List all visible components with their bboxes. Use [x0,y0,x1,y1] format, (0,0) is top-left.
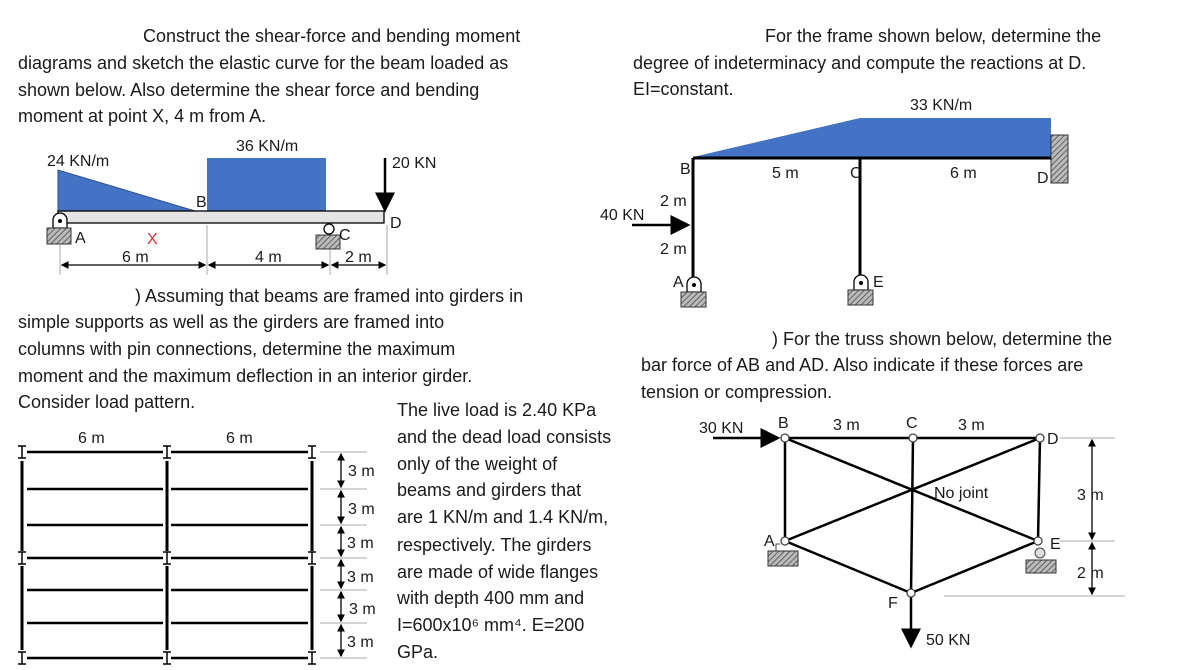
column-i-section [163,445,171,459]
spacing-label: 3 m [347,535,374,552]
floor-plan-diagram [18,445,367,665]
dimension-label: 3 m [958,417,985,434]
problem3-side-text: The live load is 2.40 KPa and the dead l… [396,400,611,662]
load-label: 36 KN/m [236,138,298,155]
dimension-label: 6 m [950,165,977,182]
point-label: C [906,415,918,432]
spacing-label: 3 m [347,634,374,651]
point-label: B [196,194,207,211]
load-label: 33 KN/m [910,97,972,114]
point-label: B [680,161,691,178]
load-label: 50 KN [926,632,970,649]
spacing-label: 3 m [347,569,374,586]
text-line: beams and girders that [397,480,581,500]
column-i-section [308,551,316,565]
point-label: B [778,415,789,432]
text-line: GPa. [397,642,438,662]
uniform-load [207,158,326,211]
column-i-section [163,551,171,565]
pin-support-a [680,276,707,308]
point-label: D [1037,170,1049,187]
text-line: Construct the shear-force and bending mo… [143,26,520,46]
point-label: E [1050,536,1061,553]
point-label: A [75,230,86,247]
beam [57,210,385,224]
spacing-label: 3 m [348,463,375,480]
pin-support-e [847,274,874,306]
text-line: with depth 400 mm and [396,588,584,608]
text-line: and the dead load consists [397,427,611,447]
text-line: ) Assuming that beams are framed into gi… [135,286,523,306]
point-label: C [850,165,862,182]
text-line: are 1 KN/m and 1.4 KN/m, [397,507,608,527]
dimension-label: 2 m [1077,565,1104,582]
text-line: EI=constant. [633,79,734,99]
text-line: moment and the maximum deflection in an … [18,366,472,386]
truss-diagram: 30 KN B 3 m C 3 m D No joint 3 m A E 2 m… [699,415,1125,649]
load-label: 24 KN/m [47,153,109,170]
dimension-label: 4 m [255,249,282,266]
problem3-text: ) Assuming that beams are framed into gi… [18,286,523,412]
distributed-load [693,118,1051,157]
problem2-text: For the frame shown below, determine the… [633,26,1101,99]
span-label: 6 m [78,430,105,447]
page: Construct the shear-force and bending mo… [18,26,1125,665]
point-label: C [339,227,351,244]
text-line: I=600x10⁶ mm⁴. E=200 [397,615,584,635]
text-line: bar force of AB and AD. Also indicate if… [641,355,1083,375]
text-line: respectively. The girders [397,535,591,555]
dimension-label: 2 m [345,249,372,266]
text-line: are made of wide flanges [397,562,598,582]
load-label: 40 KN [600,207,644,224]
spacing-label: 3 m [348,501,375,518]
column-i-section [308,651,316,665]
load-label: 30 KN [699,420,743,437]
point-label: A [764,533,775,550]
point-label: A [673,274,684,291]
text-line: columns with pin connections, determine … [18,339,455,359]
problem4-text: ) For the truss shown below, determine t… [641,329,1112,402]
text-line: ) For the truss shown below, determine t… [772,329,1112,349]
text-line: only of the weight of [397,454,558,474]
dimension-label: 2 m [660,193,687,210]
text-line: moment at point X, 4 m from A. [18,106,266,126]
roller-support-c [315,223,341,250]
column-i-section [163,651,171,665]
text-line: Consider load pattern. [18,392,195,412]
dimension-label: 3 m [1077,487,1104,504]
text-line: diagrams and sketch the elastic curve fo… [18,53,508,73]
fixed-support-d [1050,134,1069,184]
column-i-section [18,551,26,565]
dimension-label: 6 m [122,249,149,266]
load-label: 20 KN [392,155,436,172]
beam-diagram: 24 KN/m 36 KN/m 20 KN B D A C X 6 m 4 m … [46,138,436,275]
spacing-label: 3 m [349,601,376,618]
problem1-text: Construct the shear-force and bending mo… [18,26,520,126]
dimension-label: 2 m [660,241,687,258]
text-line: simple supports as well as the girders a… [18,312,444,332]
text-line: For the frame shown below, determine the [765,26,1101,46]
point-label: D [1047,431,1059,448]
dimension-label: 3 m [833,417,860,434]
frame-diagram: 33 KN/m B 5 m C 6 m D 2 m 40 KN 2 m A E [600,97,1069,308]
triangular-load [57,169,196,212]
point-x-marker: X [147,231,158,248]
point-label: E [873,274,884,291]
dimension-label: 5 m [772,165,799,182]
text-line: shown below. Also determine the shear fo… [18,80,479,100]
text-line: degree of indeterminacy and compute the … [633,53,1086,73]
column-i-section [18,651,26,665]
text-line: The live load is 2.40 KPa [397,400,597,420]
span-label: 6 m [226,430,253,447]
dimension-lines [59,225,388,275]
point-label: D [390,215,402,232]
point-label: F [888,595,898,612]
text-line: tension or compression. [641,382,832,402]
truss-members [783,436,1042,595]
column-i-section [18,445,26,459]
no-joint-note: No joint [934,485,989,502]
column-i-section [308,445,316,459]
